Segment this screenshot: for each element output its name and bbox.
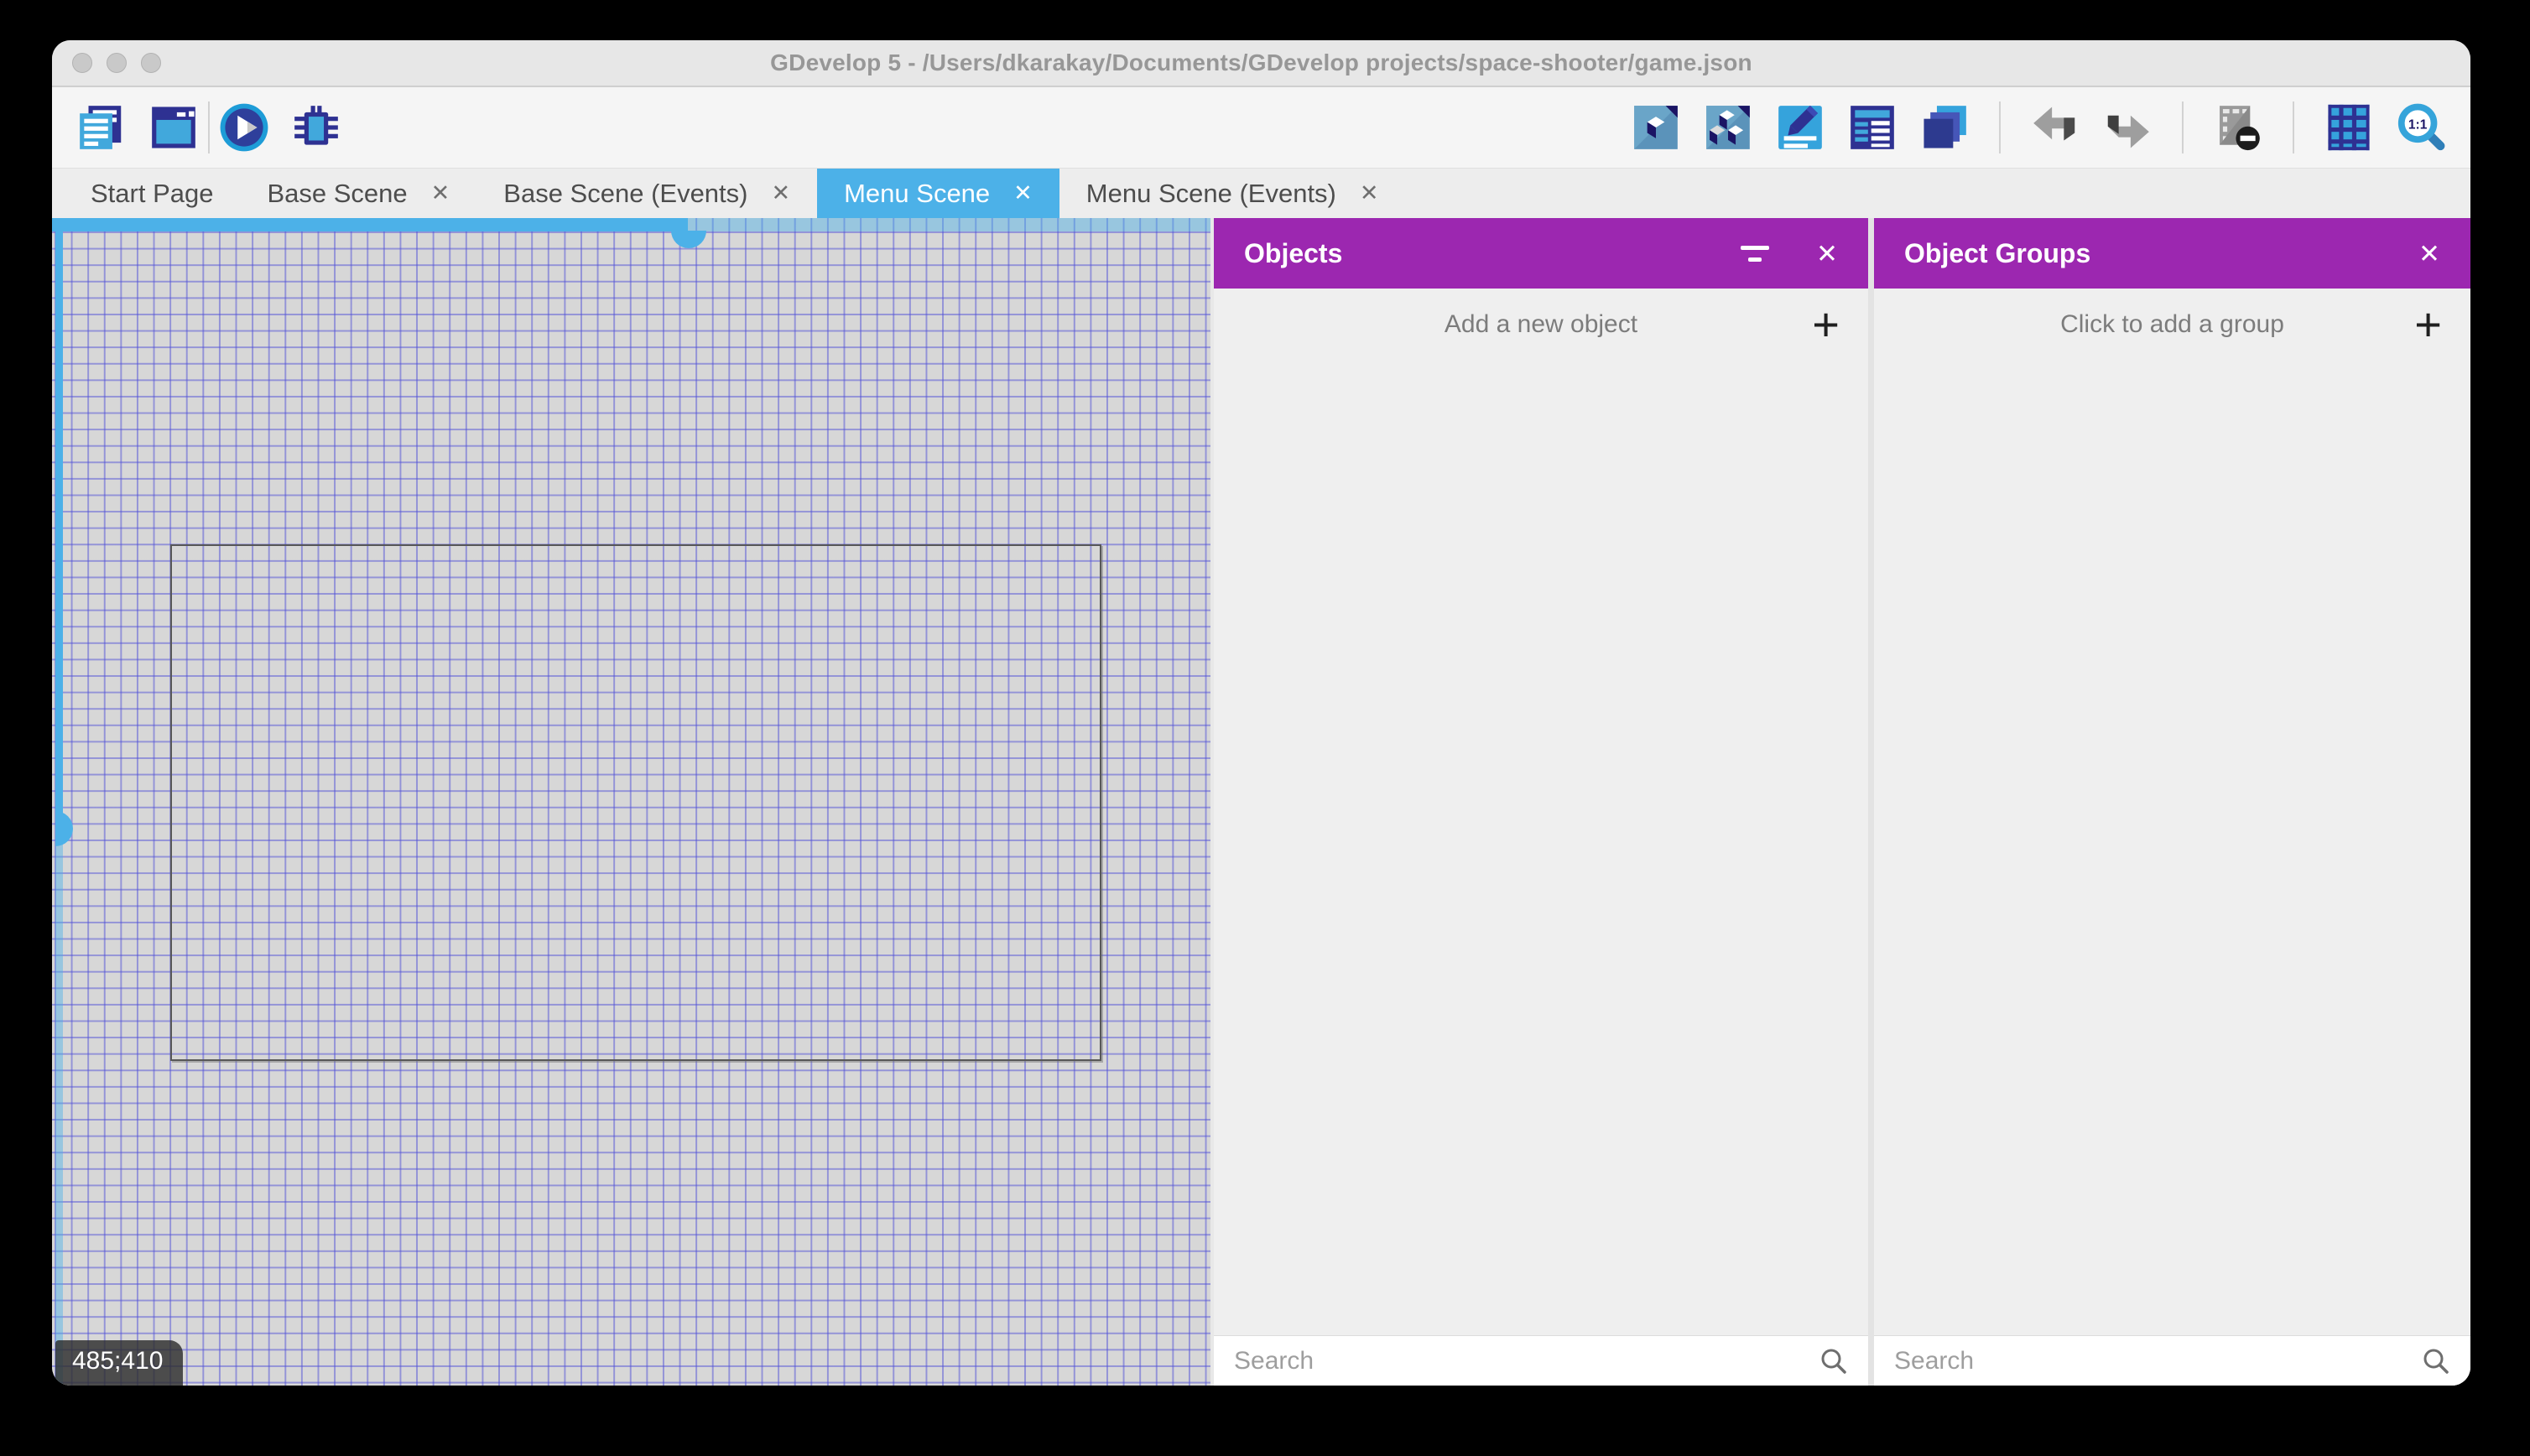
- zoom-original-icon[interactable]: 1:1: [2395, 101, 2447, 153]
- objects-panel-header: Objects ✕: [1214, 218, 1868, 289]
- tab-label: Menu Scene: [844, 178, 991, 208]
- vertical-scrollbar-knob[interactable]: [55, 811, 73, 846]
- gdevelop-window: GDevelop 5 - /Users/dkarakay/Documents/G…: [52, 40, 2470, 1386]
- tab-menu-scene-events[interactable]: Menu Scene (Events) ✕: [1059, 169, 1406, 218]
- tab-label: Base Scene: [267, 178, 408, 208]
- tab-base-scene[interactable]: Base Scene ✕: [240, 169, 476, 218]
- objects-list-empty: [1214, 361, 1868, 1335]
- project-manager-icon[interactable]: [75, 101, 128, 153]
- tab-label: Menu Scene (Events): [1085, 178, 1336, 208]
- window-mask-icon[interactable]: [2212, 101, 2264, 153]
- maximize-window-button[interactable]: [141, 53, 161, 73]
- tab-close-icon[interactable]: ✕: [1013, 182, 1033, 205]
- search-icon: [2420, 1345, 2452, 1377]
- window-title: GDevelop 5 - /Users/dkarakay/Documents/G…: [770, 49, 1752, 75]
- open-scene-icon[interactable]: [148, 101, 200, 153]
- close-window-button[interactable]: [72, 53, 92, 73]
- toolbar-separator: [2182, 101, 2184, 153]
- redo-icon[interactable]: [2101, 101, 2153, 153]
- objects-editor-icon[interactable]: [1630, 101, 1682, 153]
- groups-search-input[interactable]: [1892, 1345, 2408, 1376]
- toolbar-separator: [208, 101, 210, 153]
- tab-base-scene-events[interactable]: Base Scene (Events) ✕: [476, 169, 817, 218]
- game-window-frame: [170, 544, 1101, 1061]
- main-toolbar: 1:1: [52, 87, 2470, 168]
- vertical-scrollbar-filled[interactable]: [55, 231, 63, 813]
- close-icon[interactable]: ✕: [1816, 241, 1838, 267]
- cursor-coordinates-badge: 485;410: [55, 1340, 184, 1386]
- add-group-label: Click to add a group: [2060, 310, 2284, 338]
- traffic-lights: [72, 53, 161, 73]
- add-object-label: Add a new object: [1444, 310, 1638, 338]
- toolbar-right-group: 1:1: [1630, 101, 2447, 153]
- objects-panel-title: Objects: [1244, 237, 1343, 268]
- object-groups-panel-header: Object Groups ✕: [1874, 218, 2470, 289]
- object-groups-editor-icon[interactable]: [1702, 101, 1754, 153]
- toolbar-separator: [1999, 101, 2001, 153]
- tab-label: Base Scene (Events): [503, 178, 748, 208]
- horizontal-scrollbar-knob[interactable]: [671, 231, 706, 248]
- close-icon[interactable]: ✕: [2418, 241, 2440, 267]
- editor-content: 485;410 Objects ✕ Add a new object + Sea…: [52, 218, 2470, 1386]
- panel-divider[interactable]: [1868, 218, 1874, 1386]
- tab-close-icon[interactable]: ✕: [1360, 182, 1379, 205]
- groups-list-empty: [1874, 361, 2470, 1335]
- toolbar-run-group: [218, 101, 342, 153]
- debug-icon[interactable]: [290, 101, 342, 153]
- objects-search-input[interactable]: [1232, 1345, 1806, 1376]
- toolbar-separator: [2293, 101, 2294, 153]
- play-icon[interactable]: [218, 101, 270, 153]
- object-groups-panel-title: Object Groups: [1904, 237, 2091, 268]
- toolbar-left-group: [75, 101, 200, 153]
- tab-start-page[interactable]: Start Page: [64, 169, 240, 218]
- object-groups-panel: Object Groups ✕ Click to add a group +: [1874, 218, 2470, 1386]
- objects-panel: Objects ✕ Add a new object +: [1214, 218, 1868, 1386]
- zoom-level-label: 1:1: [2408, 117, 2428, 132]
- instances-list-icon[interactable]: [1846, 101, 1898, 153]
- filter-icon[interactable]: [1741, 245, 1770, 262]
- add-object-row[interactable]: Add a new object +: [1214, 289, 1868, 361]
- tab-menu-scene[interactable]: Menu Scene ✕: [817, 169, 1059, 218]
- horizontal-scrollbar-filled[interactable]: [52, 218, 688, 231]
- grid-icon[interactable]: [2323, 101, 2375, 153]
- groups-searchbar: [1874, 1335, 2470, 1386]
- tab-close-icon[interactable]: ✕: [431, 182, 450, 205]
- add-group-row[interactable]: Click to add a group +: [1874, 289, 2470, 361]
- scene-canvas[interactable]: 485;410: [52, 218, 1210, 1386]
- editor-tabbar: Start Page Base Scene ✕ Base Scene (Even…: [52, 168, 2470, 218]
- search-icon: [1818, 1345, 1850, 1377]
- add-object-button[interactable]: +: [1812, 301, 1840, 348]
- properties-icon[interactable]: [1774, 101, 1826, 153]
- tab-close-icon[interactable]: ✕: [771, 182, 790, 205]
- layers-icon[interactable]: [1918, 101, 1970, 153]
- minimize-window-button[interactable]: [107, 53, 127, 73]
- undo-icon[interactable]: [2029, 101, 2081, 153]
- add-group-button[interactable]: +: [2414, 301, 2442, 348]
- objects-searchbar: [1214, 1335, 1868, 1386]
- tab-label: Start Page: [91, 178, 214, 208]
- titlebar[interactable]: GDevelop 5 - /Users/dkarakay/Documents/G…: [52, 40, 2470, 87]
